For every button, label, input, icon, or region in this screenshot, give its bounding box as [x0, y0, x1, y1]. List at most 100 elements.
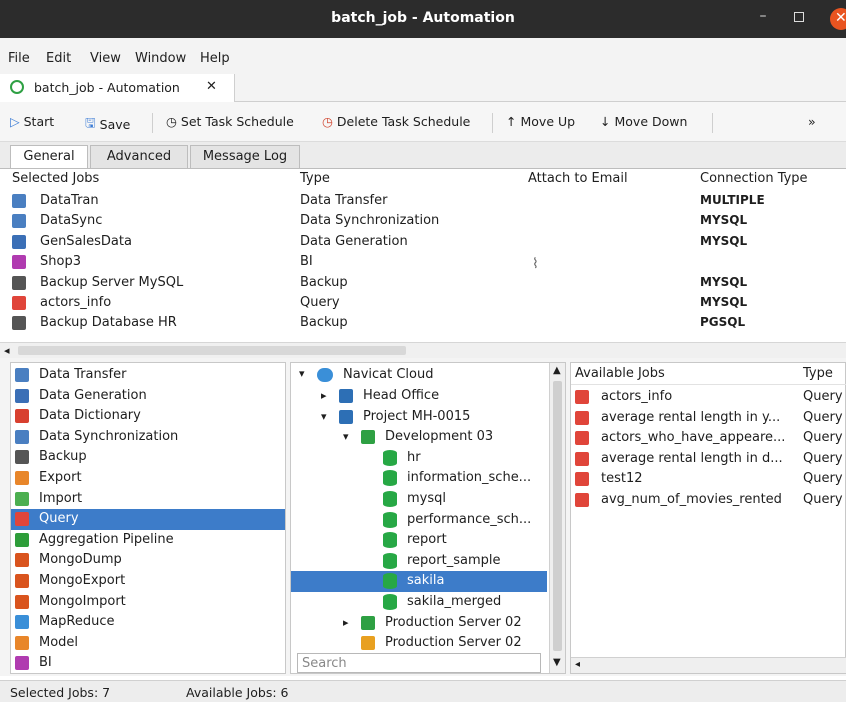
- available-job-row[interactable]: average rental length in d... Query: [571, 449, 845, 470]
- connection-icon: [361, 430, 375, 445]
- job-type-item[interactable]: Data Dictionary: [11, 406, 285, 427]
- tree-root-label: Navicat Cloud: [343, 367, 434, 382]
- tree-node[interactable]: ▸ Production Server 02: [291, 613, 547, 634]
- close-icon: ✕: [835, 10, 846, 26]
- tab-general[interactable]: General: [10, 145, 88, 170]
- save-label: Save: [99, 117, 131, 132]
- tree-node[interactable]: report_sample: [291, 551, 547, 572]
- tab-message-log[interactable]: Message Log: [190, 145, 300, 169]
- tree-vertical-scrollbar[interactable]: ▲ ▼: [549, 363, 565, 673]
- search-input[interactable]: Search: [297, 653, 541, 673]
- scroll-down-icon[interactable]: ▼: [553, 657, 561, 668]
- job-type-label: Export: [39, 470, 82, 485]
- expand-arrow-icon[interactable]: ▸: [343, 616, 349, 629]
- menu-window[interactable]: Window: [135, 51, 186, 66]
- table-row[interactable]: Backup Server MySQL Backup MYSQL: [0, 273, 846, 293]
- tab-advanced[interactable]: Advanced: [90, 145, 188, 169]
- toolbar: ▷ Start 🖫 Save ◷ Set Task Schedule ◷ Delete …: [0, 102, 846, 142]
- column-header-type[interactable]: Type: [300, 171, 330, 186]
- scroll-up-icon[interactable]: ▲: [553, 365, 561, 376]
- table-row[interactable]: GenSalesData Data Generation MYSQL: [0, 232, 846, 252]
- table-row[interactable]: DataSync Data Synchronization MYSQL: [0, 211, 846, 231]
- menu-view[interactable]: View: [90, 51, 121, 66]
- minimize-button[interactable]: –: [756, 9, 770, 23]
- collapse-arrow-icon[interactable]: ▾: [299, 367, 305, 380]
- toolbar-overflow-button[interactable]: »: [808, 114, 816, 129]
- job-type-item[interactable]: MapReduce: [11, 612, 285, 633]
- delete-task-schedule-button[interactable]: ◷ Delete Task Schedule: [322, 114, 470, 129]
- import-icon: [15, 491, 29, 506]
- available-job-row[interactable]: actors_who_have_appeare... Query: [571, 428, 845, 449]
- available-job-row[interactable]: avg_num_of_movies_rented Query: [571, 490, 845, 511]
- scroll-left-icon[interactable]: ◂: [575, 659, 580, 670]
- document-tab[interactable]: batch_job - Automation ✕: [0, 74, 235, 102]
- menu-edit[interactable]: Edit: [46, 51, 71, 66]
- move-up-button[interactable]: ↑ Move Up: [506, 114, 575, 129]
- table-row[interactable]: actors_info Query MYSQL: [0, 293, 846, 313]
- close-button[interactable]: ✕: [830, 8, 846, 30]
- tree-node[interactable]: ▸ Head Office: [291, 386, 547, 407]
- tree-node[interactable]: mysql: [291, 489, 547, 510]
- column-header-attach-to-email[interactable]: Attach to Email: [528, 171, 628, 186]
- column-header-selected-jobs[interactable]: Selected Jobs: [12, 171, 99, 186]
- scrollbar-thumb[interactable]: [18, 346, 406, 355]
- connection-type: PGSQL: [700, 315, 746, 330]
- job-type: Backup: [300, 315, 348, 331]
- job-type-item[interactable]: Data Generation: [11, 386, 285, 407]
- paperclip-icon[interactable]: ⌇: [532, 256, 539, 272]
- maximize-button[interactable]: [794, 12, 804, 22]
- tree-node[interactable]: Production Server 02: [291, 633, 547, 654]
- expand-arrow-icon[interactable]: ▾: [343, 430, 349, 443]
- tree-root[interactable]: ▾ Navicat Cloud: [291, 365, 547, 386]
- column-header-available-jobs[interactable]: Available Jobs: [575, 366, 665, 381]
- tree-node[interactable]: performance_sch...: [291, 510, 547, 531]
- available-jobs-count: Available Jobs: 6: [186, 685, 289, 700]
- job-type-label: Import: [39, 490, 83, 506]
- tab-close-icon[interactable]: ✕: [206, 79, 217, 94]
- job-type-item[interactable]: Import: [11, 489, 285, 510]
- available-hscrollbar[interactable]: ◂: [571, 657, 846, 673]
- tree-node[interactable]: information_sche...: [291, 468, 547, 489]
- job-type-item[interactable]: MongoDump: [11, 550, 285, 571]
- expand-arrow-icon[interactable]: ▾: [321, 410, 327, 423]
- menu-file[interactable]: File: [8, 51, 30, 66]
- job-type-item[interactable]: MongoImport: [11, 592, 285, 613]
- expand-arrow-icon[interactable]: ▸: [321, 389, 327, 402]
- job-type-item[interactable]: Backup: [11, 447, 285, 468]
- job-type-item[interactable]: Data Transfer: [11, 365, 285, 386]
- menu-help[interactable]: Help: [200, 51, 230, 66]
- job-type-item[interactable]: Data Synchronization: [11, 427, 285, 448]
- available-job-row[interactable]: average rental length in y... Query: [571, 408, 845, 429]
- tree-scrollbar-thumb[interactable]: [553, 381, 562, 651]
- tree-node-label: hr: [407, 449, 421, 465]
- job-type-item[interactable]: Model: [11, 633, 285, 654]
- tree-node[interactable]: report: [291, 530, 547, 551]
- tree-node[interactable]: sakila_merged: [291, 592, 547, 613]
- tree-node[interactable]: sakila: [291, 571, 547, 593]
- save-button[interactable]: 🖫 Save: [85, 114, 130, 135]
- job-type-item[interactable]: Query: [11, 509, 285, 531]
- connection-tree: ▾ Navicat Cloud ▸ Head Office ▾ Project MH-…: [290, 362, 566, 674]
- table-row[interactable]: DataTran Data Transfer MULTIPLE: [0, 191, 846, 211]
- available-job-row[interactable]: test12 Query: [571, 469, 845, 490]
- tree-node-label: Project MH-0015: [363, 408, 471, 424]
- tree-node[interactable]: ▾ Project MH-0015: [291, 407, 547, 428]
- available-job-row[interactable]: actors_info Query: [571, 387, 845, 408]
- column-header-available-type[interactable]: Type: [803, 366, 833, 381]
- table-row[interactable]: Backup Database HR Backup PGSQL: [0, 313, 846, 333]
- job-type-item[interactable]: Aggregation Pipeline: [11, 530, 285, 551]
- tree-node[interactable]: ▾ Development 03: [291, 427, 547, 448]
- search-placeholder: Search: [302, 656, 347, 671]
- tree-node[interactable]: hr: [291, 448, 547, 469]
- job-type-item[interactable]: BI: [11, 653, 285, 674]
- move-down-button[interactable]: ↓ Move Down: [600, 114, 687, 129]
- table-row[interactable]: Shop3 BI: [0, 252, 846, 272]
- start-button[interactable]: ▷ Start: [10, 114, 54, 129]
- scroll-left-icon[interactable]: ◂: [4, 344, 10, 357]
- column-header-connection-type[interactable]: Connection Type: [700, 171, 808, 186]
- horizontal-scrollbar[interactable]: ◂: [0, 342, 846, 358]
- set-task-schedule-button[interactable]: ◷ Set Task Schedule: [166, 114, 294, 129]
- job-type-item[interactable]: Export: [11, 468, 285, 489]
- database-icon: [383, 449, 397, 466]
- job-type-item[interactable]: MongoExport: [11, 571, 285, 592]
